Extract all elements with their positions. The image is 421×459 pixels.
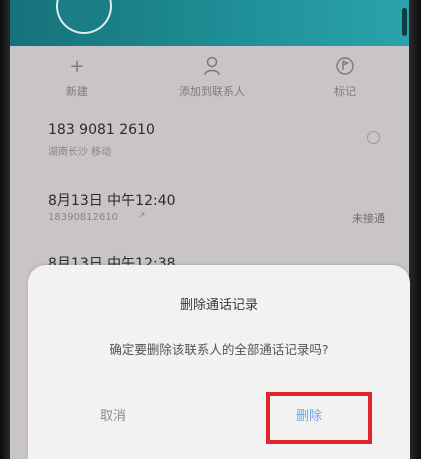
call-status: 未接通 [352,212,385,225]
circle-icon[interactable] [367,131,380,144]
contact-number: 183 9081 2610 [48,122,155,138]
new-contact-label: 新建 [66,85,88,98]
delete-highlight-box [266,392,372,444]
scroll-indicator [402,8,407,36]
tag-icon [290,56,400,78]
contact-location: 湖南长沙 移动 [48,147,112,158]
cancel-button[interactable]: 取消 [100,405,126,424]
phone-bezel-left [0,0,10,459]
outgoing-arrow-icon: ↗ [138,211,146,221]
add-to-contacts-button[interactable]: 添加到联系人 [157,56,267,104]
call-time: 8月13日 中午12:40 [48,193,176,209]
dialog-title: 删除通话记录 [179,298,258,313]
contact-number-row[interactable]: 183 9081 2610 湖南长沙 移动 [10,118,409,174]
add-to-contacts-label: 添加到联系人 [179,85,245,98]
call-number: 18390812610 [48,212,118,223]
call-record-row[interactable]: 8月13日 中午12:40 18390812610 ↗ 未接通 [10,180,409,240]
contact-header [10,0,409,46]
person-icon [157,56,267,78]
plus-icon: + [69,56,85,77]
mark-button[interactable]: 标记 [290,56,400,104]
dialog-message: 确定要删除该联系人的全部通话记录吗? [109,342,329,357]
mark-label: 标记 [334,85,356,98]
action-bar: + 新建 添加到联系人 标记 [10,46,409,108]
phone-bezel-right [409,0,421,459]
contact-avatar-icon [56,0,112,34]
new-contact-button[interactable]: + 新建 [22,56,132,104]
